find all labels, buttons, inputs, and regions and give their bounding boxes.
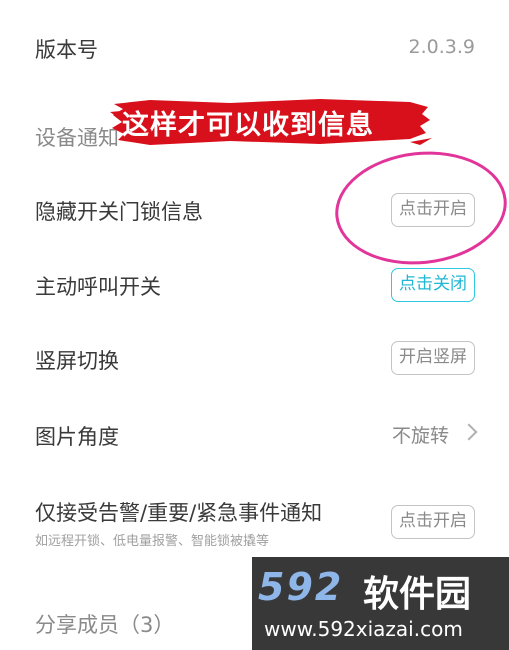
settings-page: 版本号 2.0.3.9 设备通知 这样才可以收到信息 隐藏开关门锁信息 点击开启… xyxy=(0,0,509,650)
alert-only-button[interactable]: 点击开启 xyxy=(391,505,475,539)
watermark-logo-text: 软件园 xyxy=(363,574,472,615)
annotation-highlight-ellipse xyxy=(329,143,509,273)
image-angle-label: 图片角度 xyxy=(35,425,119,449)
watermark-logo-number: 592 xyxy=(258,565,344,609)
alert-only-label: 仅接受告警/重要/紧急事件通知 xyxy=(35,501,323,525)
annotation-banner-text: 这样才可以收到信息 xyxy=(122,110,374,141)
image-angle-value[interactable]: 不旋转 xyxy=(392,421,449,448)
version-label: 版本号 xyxy=(35,38,98,62)
share-members-label[interactable]: 分享成员（3） xyxy=(35,609,174,639)
watermark-url: www.592xiazai.com xyxy=(264,617,463,641)
alert-only-sublabel: 如远程开锁、低电量报警、智能锁被撬等 xyxy=(35,534,270,549)
portrait-label: 竖屏切换 xyxy=(35,349,119,373)
device-notify-label: 设备通知 xyxy=(35,126,119,150)
active-call-button[interactable]: 点击关闭 xyxy=(391,268,475,302)
active-call-label: 主动呼叫开关 xyxy=(35,275,161,299)
hide-lock-info-label: 隐藏开关门锁信息 xyxy=(35,200,203,224)
chevron-right-icon[interactable] xyxy=(460,423,478,441)
version-value: 2.0.3.9 xyxy=(408,36,475,58)
portrait-button[interactable]: 开启竖屏 xyxy=(391,341,475,375)
